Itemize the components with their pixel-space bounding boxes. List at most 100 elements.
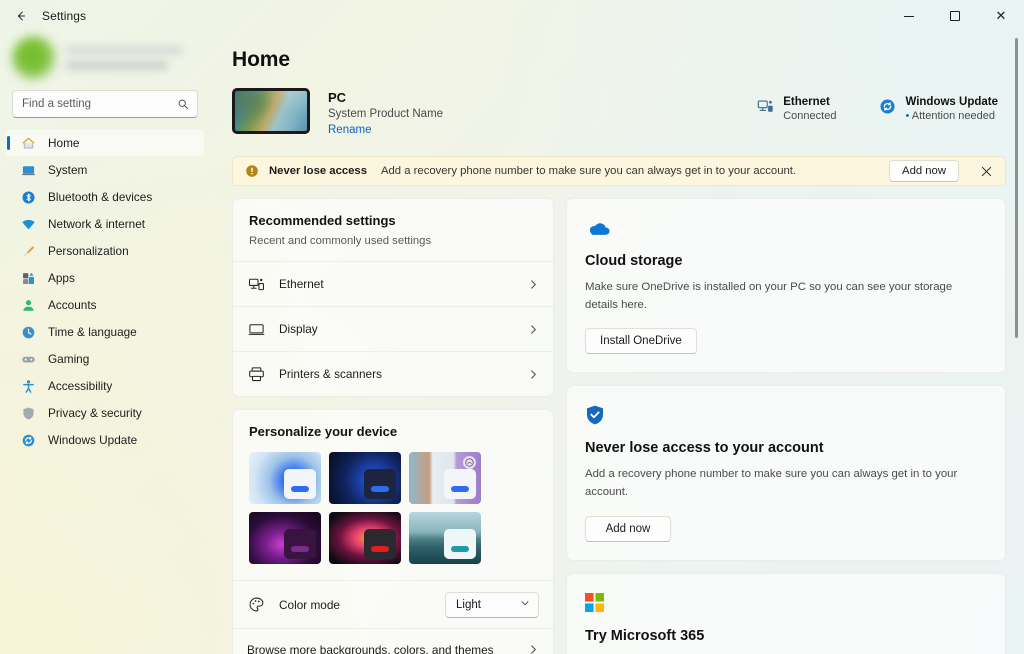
recommended-row-display[interactable]: Display	[233, 306, 553, 351]
brush-icon	[20, 243, 36, 259]
device-name: PC	[328, 90, 347, 105]
search-icon	[177, 98, 189, 110]
recommended-settings-header: Recommended settings Recent and commonly…	[233, 199, 553, 261]
person-icon	[20, 297, 36, 313]
status-windows-update[interactable]: Windows Update Attention needed	[878, 96, 998, 122]
close-icon[interactable]	[973, 159, 999, 183]
sidebar-item-windows-update[interactable]: Windows Update	[6, 427, 204, 453]
sidebar-item-network-internet[interactable]: Network & internet	[6, 211, 204, 237]
theme-taskbar-preview	[284, 469, 316, 499]
search-input[interactable]	[13, 91, 197, 117]
theme-thumbnail[interactable]	[409, 512, 481, 564]
bluetooth-icon	[20, 189, 36, 205]
color-mode-row: Color mode Light	[233, 580, 553, 628]
sidebar-item-label: Windows Update	[48, 433, 138, 447]
user-account-tile[interactable]	[6, 32, 204, 88]
account-email-blurred	[66, 61, 169, 70]
close-button[interactable]: ✕	[978, 0, 1024, 32]
sidebar-nav: Home System Bluetooth & devices Network …	[6, 130, 204, 453]
sidebar-item-apps[interactable]: Apps	[6, 265, 204, 291]
card-subtitle: Recent and commonly used settings	[249, 235, 432, 247]
sidebar-item-gaming[interactable]: Gaming	[6, 346, 204, 372]
sidebar-item-label: System	[48, 163, 88, 177]
warning-icon	[245, 164, 259, 178]
sidebar-item-label: Network & internet	[48, 217, 146, 231]
gamepad-icon	[20, 351, 36, 367]
sidebar-item-accessibility[interactable]: Accessibility	[6, 373, 204, 399]
accessibility-icon	[20, 378, 36, 394]
sidebar-item-privacy-security[interactable]: Privacy & security	[6, 400, 204, 426]
sidebar-item-label: Bluetooth & devices	[48, 190, 153, 204]
sidebar-item-accounts[interactable]: Accounts	[6, 292, 204, 318]
sidebar-item-bluetooth-devices[interactable]: Bluetooth & devices	[6, 184, 204, 210]
microsoft-logo-icon	[585, 590, 987, 616]
theme-thumbnail[interactable]	[329, 512, 401, 564]
banner-add-now-button[interactable]: Add now	[889, 160, 959, 182]
row-label: Printers & scanners	[279, 367, 382, 381]
theme-taskbar-preview	[364, 469, 396, 499]
card-title: Recommended settings	[249, 213, 396, 228]
sidebar-item-label: Accessibility	[48, 379, 113, 393]
theme-taskbar-preview	[444, 469, 476, 499]
theme-thumbnail[interactable]	[329, 452, 401, 504]
device-info: PC System Product Name Rename	[328, 88, 443, 138]
back-arrow-icon[interactable]	[4, 1, 38, 31]
card-description: Make sure OneDrive is installed on your …	[585, 281, 953, 311]
browse-more-themes-row[interactable]: Browse more backgrounds, colors, and the…	[233, 628, 553, 654]
theme-accent-pill	[451, 546, 469, 552]
sidebar-item-system[interactable]: System	[6, 157, 204, 183]
right-column: Cloud storage Make sure OneDrive is inst…	[566, 198, 1006, 654]
search-box[interactable]	[12, 90, 198, 118]
shield-check-icon	[585, 402, 987, 428]
apps-icon	[20, 270, 36, 286]
chevron-right-icon	[528, 279, 539, 290]
sidebar-item-label: Accounts	[48, 298, 97, 312]
status-subtitle: Connected	[783, 110, 837, 122]
vertical-scrollbar[interactable]	[1010, 34, 1022, 652]
theme-thumbnail[interactable]	[249, 452, 321, 504]
account-name-redacted	[66, 46, 198, 70]
status-title: Ethernet	[783, 96, 830, 108]
rename-link[interactable]: Rename	[328, 124, 371, 136]
card-title: Cloud storage	[585, 253, 683, 269]
ethernet-icon	[756, 97, 774, 115]
ethernet-icon	[247, 275, 265, 293]
microsoft365-card: Try Microsoft 365 Get more cloud storage…	[566, 572, 1006, 654]
theme-accent-pill	[371, 546, 389, 552]
install-onedrive-button[interactable]: Install OneDrive	[585, 328, 697, 355]
theme-thumbnail[interactable]	[249, 512, 321, 564]
sidebar-item-personalization[interactable]: Personalization	[6, 238, 204, 264]
add-now-button[interactable]: Add now	[585, 515, 671, 542]
personalize-device-card: Personalize your device Color mode Light…	[232, 409, 554, 654]
sidebar-item-label: Privacy & security	[48, 406, 142, 420]
minimize-button[interactable]	[886, 0, 932, 32]
scrollbar-thumb[interactable]	[1014, 38, 1018, 338]
recommended-row-printers-scanners[interactable]: Printers & scanners	[233, 351, 553, 396]
palette-icon	[247, 596, 265, 614]
maximize-icon	[950, 11, 960, 21]
theme-thumbnail[interactable]	[409, 452, 481, 504]
main-content: Home PC System Product Name Rename Ether…	[210, 32, 1024, 654]
color-mode-dropdown[interactable]: Light	[445, 591, 539, 618]
theme-taskbar-preview	[364, 529, 396, 559]
home-icon	[20, 135, 36, 151]
sidebar-item-home[interactable]: Home	[6, 130, 204, 156]
row-label: Ethernet	[279, 277, 324, 291]
theme-accent-pill	[291, 486, 309, 492]
personalize-title: Personalize your device	[249, 424, 398, 439]
sidebar-item-time-language[interactable]: Time & language	[6, 319, 204, 345]
page-title: Home	[232, 48, 290, 71]
theme-grid	[233, 439, 553, 580]
sidebar-item-label: Personalization	[48, 244, 129, 258]
card-title: Try Microsoft 365	[585, 627, 705, 644]
wifi-icon	[20, 216, 36, 232]
recommended-row-ethernet[interactable]: Ethernet	[233, 261, 553, 306]
status-ethernet[interactable]: Ethernet Connected	[756, 96, 836, 122]
maximize-button[interactable]	[932, 0, 978, 32]
shield-icon	[20, 405, 36, 421]
status-subtitle: Attention needed	[905, 110, 998, 122]
theme-accent-pill	[291, 546, 309, 552]
sidebar-item-label: Time & language	[48, 325, 137, 339]
chevron-right-icon	[528, 324, 539, 335]
sidebar-item-label: Apps	[48, 271, 75, 285]
